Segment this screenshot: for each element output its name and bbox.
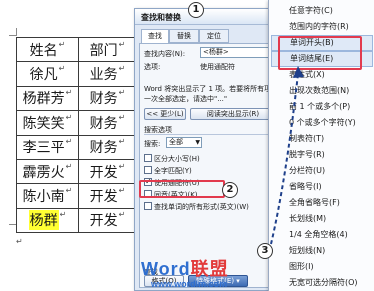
step-badge-3: 3 [257, 243, 273, 259]
step-badge-2: 2 [222, 182, 238, 198]
watermark-logo-league: 联盟 [190, 259, 229, 279]
watermark-logo-word: Word [141, 259, 191, 279]
site-watermark: Word联盟 www.wordlm.com [141, 255, 229, 289]
step-badge-1: 1 [188, 2, 204, 18]
arrow-head [293, 66, 304, 78]
dashed-arrow-line [270, 73, 299, 245]
annotation-arrow [270, 66, 304, 245]
watermark-url: www.wordlm.com [151, 279, 228, 289]
watermark-logo: Word联盟 [141, 259, 229, 279]
